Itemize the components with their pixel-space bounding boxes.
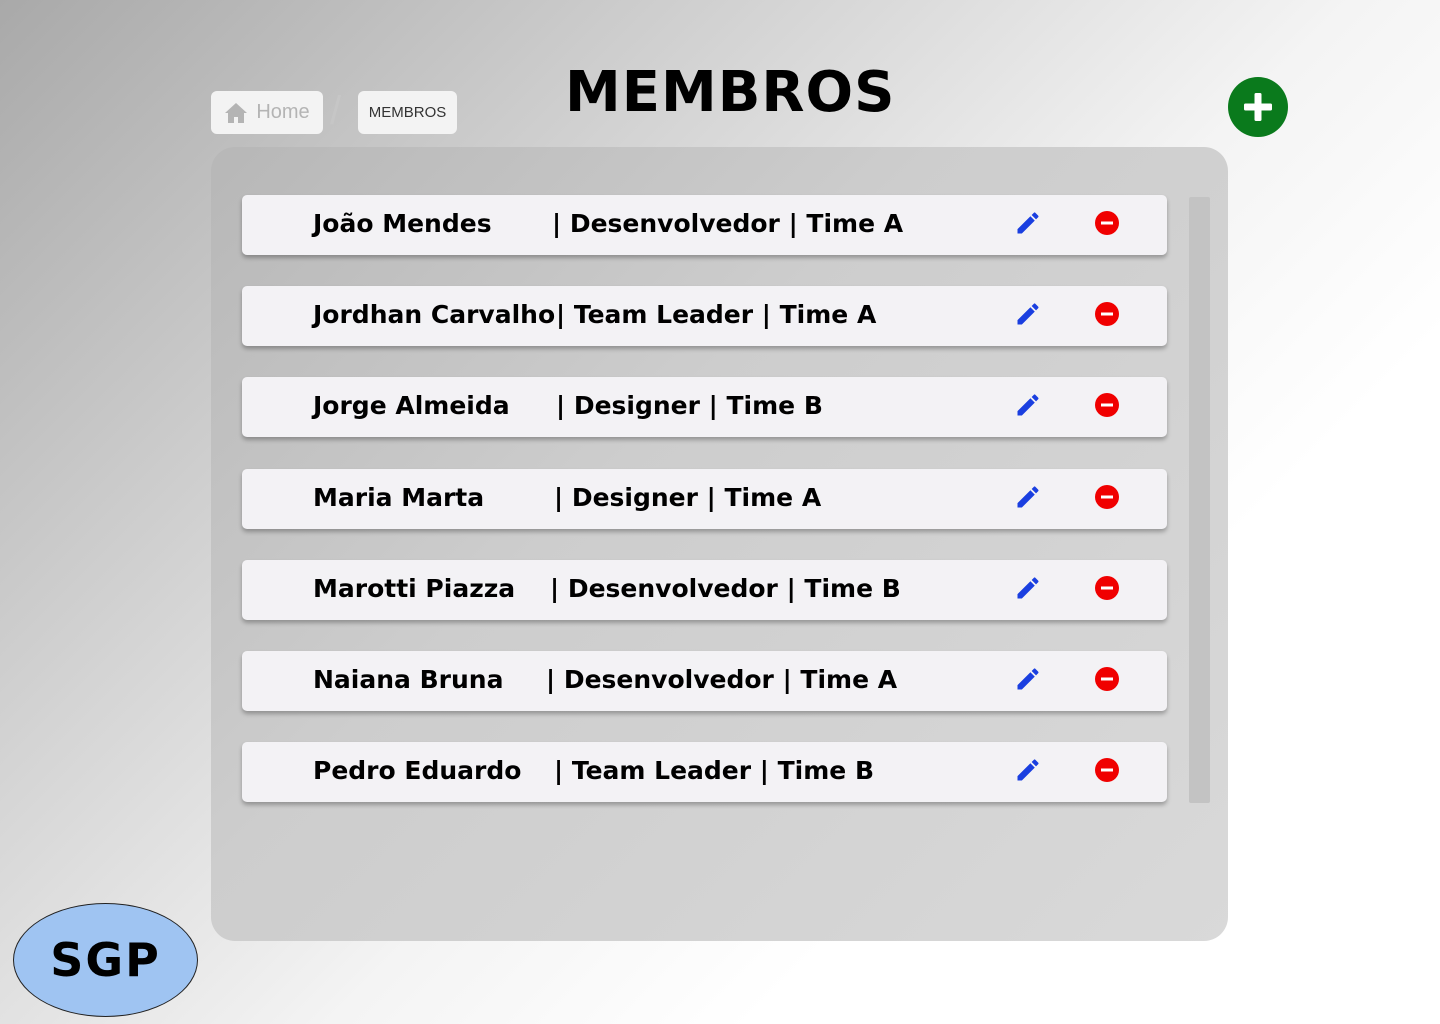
breadcrumb-separator: / <box>330 89 342 133</box>
pencil-icon[interactable] <box>1014 756 1042 784</box>
scrollbar[interactable] <box>1189 197 1210 803</box>
member-row: Jorge Almeida | Designer | Time B <box>242 377 1167 437</box>
member-row: João Mendes | Desenvolvedor | Time A <box>242 195 1167 255</box>
breadcrumb-current: MEMBROS <box>358 91 457 134</box>
pencil-icon[interactable] <box>1014 209 1042 237</box>
breadcrumb-home-link[interactable]: Home <box>211 91 323 134</box>
member-name: Maria Marta <box>313 483 485 512</box>
member-row: Jordhan Carvalho | Team Leader | Time A <box>242 286 1167 346</box>
member-row: Marotti Piazza | Desenvolvedor | Time B <box>242 560 1167 620</box>
member-name: Pedro Eduardo <box>313 756 522 785</box>
minus-circle-icon[interactable] <box>1094 210 1120 236</box>
pencil-icon[interactable] <box>1014 483 1042 511</box>
page-title: MEMBROS <box>565 60 896 125</box>
member-name: Marotti Piazza <box>313 574 516 603</box>
minus-circle-icon[interactable] <box>1094 666 1120 692</box>
member-role-team: | Team Leader | Time A <box>556 300 877 329</box>
member-role-team: | Designer | Time A <box>554 483 822 512</box>
logo: SGP <box>13 903 198 1017</box>
pencil-icon[interactable] <box>1014 574 1042 602</box>
minus-circle-icon[interactable] <box>1094 392 1120 418</box>
member-role-team: | Desenvolvedor | Time B <box>550 574 901 603</box>
minus-circle-icon[interactable] <box>1094 301 1120 327</box>
minus-circle-icon[interactable] <box>1094 757 1120 783</box>
pencil-icon[interactable] <box>1014 391 1042 419</box>
members-panel: João Mendes | Desenvolvedor | Time A Jordh… <box>211 147 1228 941</box>
member-role-team: | Designer | Time B <box>556 391 823 420</box>
member-role-team: | Team Leader | Time B <box>554 756 875 785</box>
member-row: Naiana Bruna | Desenvolvedor | Time A <box>242 651 1167 711</box>
pencil-icon[interactable] <box>1014 300 1042 328</box>
member-name: Naiana Bruna <box>313 665 504 694</box>
add-member-button[interactable] <box>1228 77 1288 137</box>
member-name: Jorge Almeida <box>313 391 510 420</box>
breadcrumb-home-label: Home <box>256 101 310 123</box>
home-icon <box>225 102 248 123</box>
member-row: Pedro Eduardo | Team Leader | Time B <box>242 742 1167 802</box>
minus-circle-icon[interactable] <box>1094 575 1120 601</box>
member-row: Maria Marta | Designer | Time A <box>242 469 1167 529</box>
minus-circle-icon[interactable] <box>1094 484 1120 510</box>
member-role-team: | Desenvolvedor | Time A <box>546 665 898 694</box>
member-role-team: | Desenvolvedor | Time A <box>552 209 904 238</box>
pencil-icon[interactable] <box>1014 665 1042 693</box>
member-name: Jordhan Carvalho <box>313 300 556 329</box>
member-name: João Mendes <box>313 209 492 238</box>
plus-icon <box>1244 93 1272 121</box>
